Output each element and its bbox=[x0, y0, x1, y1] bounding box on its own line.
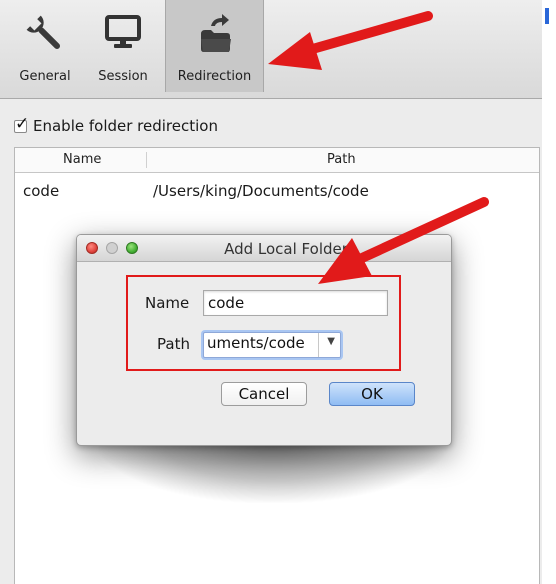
annotation-arrows bbox=[268, 11, 489, 284]
annotation-arrow-redirection bbox=[268, 11, 433, 70]
annotation-arrow-fields bbox=[318, 197, 489, 284]
